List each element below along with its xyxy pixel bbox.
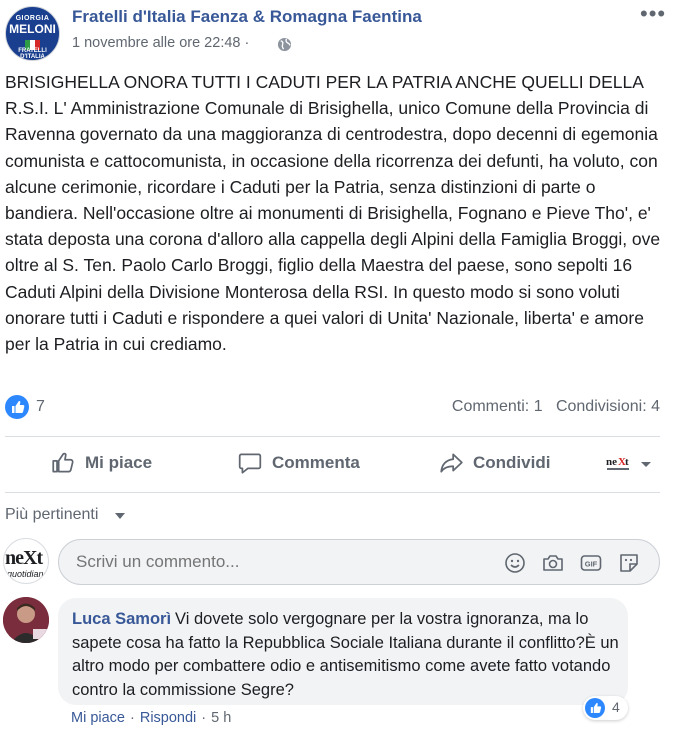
comment-composer[interactable]: GIF: [58, 539, 660, 585]
comment-like-link[interactable]: Mi piace: [71, 710, 125, 726]
like-reaction-icon: [585, 698, 605, 718]
avatar-logo-sub: FRATELLI D'ITALIA: [18, 48, 47, 60]
caret-down-icon[interactable]: [115, 513, 125, 519]
divider: [5, 492, 660, 493]
composer-avatar-brand: neXt: [5, 547, 43, 569]
page-avatar[interactable]: GIORGIA MELONI FRATELLI D'ITALIA: [5, 6, 60, 61]
comment-reactions[interactable]: 4: [583, 696, 628, 720]
composer-avatar-brand-sub: quotidiano: [7, 569, 49, 579]
comment-body: Luca Samorì Vi dovete solo vergognare per…: [72, 608, 620, 702]
comment-input[interactable]: [76, 552, 476, 572]
reactions-summary: 7 Commenti: 1 Condivisioni: 4: [5, 395, 660, 423]
sticker-icon[interactable]: [617, 551, 641, 575]
separator-dot: ·: [130, 710, 135, 726]
composer-avatar[interactable]: neXt quotidiano: [3, 538, 49, 584]
chevron-down-icon: [641, 462, 651, 467]
shares-count[interactable]: Condivisioni: 4: [556, 398, 660, 415]
globe-icon: [277, 37, 292, 52]
composer-tools: GIF: [503, 551, 641, 575]
gif-icon[interactable]: GIF: [579, 551, 603, 575]
like-count[interactable]: 7: [36, 398, 45, 416]
comment-reaction-count: 4: [612, 699, 620, 715]
svg-text:t: t: [625, 456, 629, 468]
comment-actions: Mi piace · Rispondi · 5 h: [71, 710, 231, 726]
share-button[interactable]: Condividi: [438, 448, 550, 478]
avatar-logo-top: GIORGIA: [15, 15, 50, 22]
svg-text:GIF: GIF: [585, 560, 598, 569]
svg-text:ne: ne: [606, 456, 617, 468]
avatar-logo-main: MELONI: [9, 22, 56, 36]
comment-bubble: Luca Samorì Vi dovete solo vergognare per…: [58, 598, 628, 705]
comment-sort-dropdown[interactable]: Più pertinenti: [5, 506, 98, 524]
share-button-label: Condividi: [473, 453, 551, 472]
comments-shares-count: Commenti: 1 Condivisioni: 4: [452, 398, 660, 416]
tricolor-flame-icon: [25, 37, 42, 50]
post-header: GIORGIA MELONI FRATELLI D'ITALIA Fratell…: [0, 0, 675, 68]
separator-dot: ·: [201, 710, 207, 726]
commenter-photo: [3, 597, 49, 643]
next-quotidiano-logo-icon: ne X t: [606, 456, 629, 470]
divider: [5, 436, 660, 437]
thumbs-up-icon: [52, 452, 74, 473]
like-button[interactable]: Mi piace: [50, 448, 152, 478]
share-arrow-icon: [440, 453, 463, 473]
comment-reply-link[interactable]: Rispondi: [140, 710, 196, 726]
comment-button[interactable]: Commenta: [237, 448, 360, 478]
comments-count[interactable]: Commenti: 1: [452, 398, 543, 415]
comment-age[interactable]: 5 h: [211, 710, 231, 726]
camera-icon[interactable]: [541, 551, 565, 575]
post-text: BRISIGHELLA ONORA TUTTI I CADUTI PER LA …: [5, 72, 661, 355]
more-options-icon[interactable]: •••: [640, 3, 666, 25]
share-as-selector[interactable]: ne X t: [606, 454, 660, 474]
comment-author-link[interactable]: Luca Samorì: [72, 610, 171, 628]
commenter-avatar[interactable]: [3, 597, 49, 643]
post-timestamp[interactable]: 1 novembre alle ore 22:48 ·: [72, 35, 249, 51]
emoji-icon[interactable]: [503, 551, 527, 575]
page-name-link[interactable]: Fratelli d'Italia Faenza & Romagna Faent…: [72, 7, 422, 27]
post-action-bar: Mi piace Commenta Condividi ne X t: [5, 438, 660, 490]
speech-bubble-icon: [238, 453, 262, 474]
like-button-label: Mi piace: [85, 453, 153, 472]
comment-button-label: Commenta: [272, 453, 360, 472]
like-reaction-icon[interactable]: [5, 395, 29, 419]
